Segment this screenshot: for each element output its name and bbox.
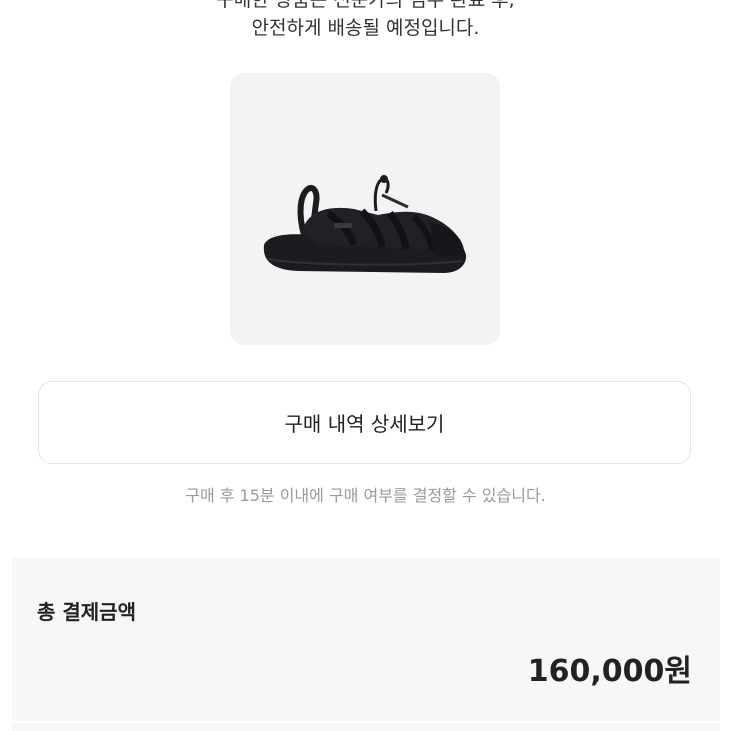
total-payment-amount: 160,000원 <box>527 654 692 689</box>
purchase-complete-page: 구매한 상품은 전문가의 검수 완료 후, 안전하게 배송될 예정입니다. 구매… <box>0 0 731 731</box>
total-payment-section: 총 결제금액 160,000원 <box>12 558 720 721</box>
total-payment-label: 총 결제금액 <box>37 600 136 624</box>
inspection-notice-line1: 구매한 상품은 전문가의 검수 완료 후, <box>216 0 515 11</box>
purchase-decision-hint: 구매 후 15분 이내에 구매 여부를 결정할 수 있습니다. <box>185 486 546 505</box>
purchase-detail-button[interactable]: 구매 내역 상세보기 <box>38 381 691 464</box>
inspection-notice-line2: 안전하게 배송될 예정입니다. <box>251 17 480 39</box>
section-divider <box>12 723 720 731</box>
product-image <box>230 73 500 345</box>
sandal-icon <box>263 175 467 273</box>
